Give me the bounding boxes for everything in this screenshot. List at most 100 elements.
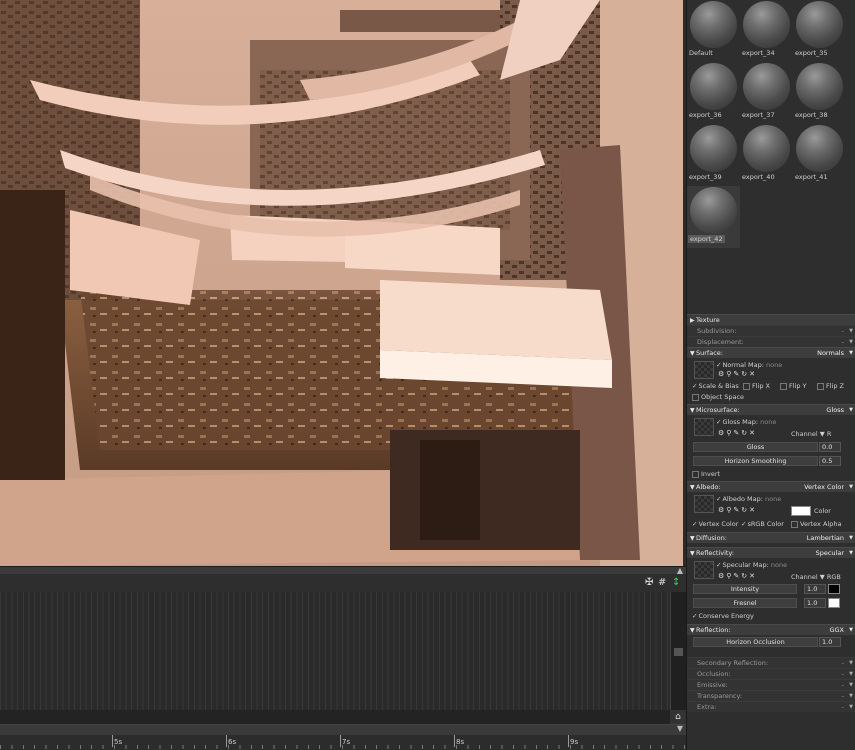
fresnel-color-swatch[interactable] [828, 598, 840, 608]
albedo-map-thumbnail[interactable] [694, 495, 714, 513]
material-swatch[interactable]: export_36 [687, 62, 740, 124]
intensity-slider[interactable]: Intensity [693, 584, 797, 594]
time-label: 9s [567, 735, 579, 747]
material-sphere-preview [690, 187, 737, 234]
channel-select[interactable]: Channel ▼ R [791, 430, 831, 438]
normal-map-label: Normal Map: none [716, 361, 782, 369]
map-tools[interactable]: ⚙⚲✎↻✕ [718, 429, 757, 437]
material-sphere-preview [743, 63, 790, 110]
time-label: 7s [339, 735, 351, 747]
home-icon[interactable]: ⌂ [670, 710, 686, 724]
keyframe-track[interactable] [0, 592, 670, 710]
map-tools[interactable]: ⚙⚲✎↻✕ [718, 370, 757, 378]
extra-row[interactable]: Extra: - ▼ [687, 701, 855, 712]
object-space-checkbox[interactable]: Object Space [692, 393, 744, 401]
reload-icon: ↻ [741, 429, 750, 437]
material-swatch[interactable]: export_34 [740, 0, 793, 62]
close-icon: ✕ [749, 506, 758, 514]
material-sphere-preview [690, 125, 737, 172]
flip-z-checkbox[interactable]: Flip Z [817, 382, 844, 390]
reload-icon: ↻ [741, 572, 750, 580]
channel-select[interactable]: Channel ▼ RGB [791, 573, 841, 581]
vertex-alpha-checkbox[interactable]: Vertex Alpha [791, 520, 841, 528]
surface-body: Normal Map: none ⚙⚲✎↻✕ Scale & Bias Flip… [687, 358, 855, 404]
section-surface[interactable]: ▼Surface: Normals ▼ [687, 347, 855, 358]
flip-y-checkbox[interactable]: Flip Y [780, 382, 807, 390]
dropdown-arrow-icon: ▼ [849, 704, 853, 710]
ruler-splitter[interactable]: ▼ [0, 724, 686, 735]
material-sphere-preview [743, 1, 790, 48]
gloss-slider[interactable]: Gloss [693, 442, 818, 452]
normal-map-thumbnail[interactable] [694, 361, 714, 379]
section-microsurface[interactable]: ▼Microsurface: Gloss ▼ [687, 404, 855, 415]
section-reflectivity[interactable]: ▼Reflectivity: Specular ▼ [687, 547, 855, 558]
microsurface-body: Gloss Map: none ⚙⚲✎↻✕ Channel ▼ R Gloss … [687, 415, 855, 481]
section-albedo[interactable]: ▼Albedo: Vertex Color ▼ [687, 481, 855, 492]
grid-snap-icon[interactable]: # [658, 577, 666, 588]
3d-viewport[interactable] [0, 0, 683, 566]
time-label: 8s [453, 735, 465, 747]
time-ruler[interactable]: ▼ 5s 6s 7s 8s 9s [0, 724, 686, 750]
material-swatch[interactable]: export_40 [740, 124, 793, 186]
horizon-occlusion-field[interactable]: 1.0 [819, 637, 841, 647]
timeline-vertical-scrollbar[interactable] [670, 592, 686, 710]
timeline-horizontal-scrollbar[interactable] [0, 710, 670, 724]
collapse-arrow-icon[interactable]: ▼ [677, 724, 683, 733]
secondary-reflection-row[interactable]: Secondary Reflection: - ▼ [687, 657, 855, 668]
invert-checkbox[interactable]: Invert [692, 470, 720, 478]
srgb-color-checkbox[interactable]: sRGB Color [741, 520, 783, 528]
map-tools[interactable]: ⚙⚲✎↻✕ [718, 572, 757, 580]
section-reflection[interactable]: ▼Reflection: GGX ▼ [687, 624, 855, 635]
horizon-smoothing-slider[interactable]: Horizon Smoothing [693, 456, 818, 466]
specular-map-thumbnail[interactable] [694, 561, 714, 579]
material-editor-panel: Default export_34 export_35 export_36 ex… [686, 0, 855, 750]
section-texture[interactable]: ▶Texture [687, 314, 855, 325]
conserve-energy-checkbox[interactable]: Conserve Energy [692, 612, 753, 620]
material-swatch[interactable]: export_37 [740, 62, 793, 124]
timeline-panel: ✠ # ↕ ⌂ ▼ 5s 6s 7s 8s 9s [0, 574, 686, 750]
time-label: 5s [111, 735, 123, 747]
fresnel-value-field[interactable]: 1.0 [804, 598, 826, 608]
albedo-color-swatch[interactable] [791, 506, 811, 516]
timeline-splitter[interactable]: ▲ [0, 566, 686, 575]
material-sphere-preview [690, 1, 737, 48]
material-swatch[interactable]: export_39 [687, 124, 740, 186]
emissive-row[interactable]: Emissive: - ▼ [687, 679, 855, 690]
close-icon: ✕ [749, 370, 758, 378]
section-diffusion[interactable]: ▼Diffusion: Lambertian ▼ [687, 532, 855, 543]
material-properties: ▶Texture Subdivision: - ▼ Displacement: - ▼ … [687, 314, 855, 712]
close-icon: ✕ [749, 572, 758, 580]
material-swatch[interactable]: export_35 [793, 0, 846, 62]
material-swatch[interactable]: Default [687, 0, 740, 62]
horizon-smoothing-field[interactable]: 0.5 [819, 456, 841, 466]
material-library: Default export_34 export_35 export_36 ex… [687, 0, 855, 250]
subdivision-row[interactable]: Subdivision: - ▼ [687, 325, 855, 336]
material-swatch[interactable]: export_38 [793, 62, 846, 124]
material-swatch[interactable]: export_41 [793, 124, 846, 186]
material-sphere-preview [690, 63, 737, 110]
scale-bias-checkbox[interactable]: Scale & Bias [692, 382, 738, 390]
flip-x-checkbox[interactable]: Flip X [743, 382, 770, 390]
gloss-map-thumbnail[interactable] [694, 418, 714, 436]
color-label: Color [814, 507, 831, 515]
reload-icon: ↻ [741, 370, 750, 378]
material-swatch-selected[interactable]: export_42 [687, 186, 740, 248]
horizon-occlusion-slider[interactable]: Horizon Occlusion [693, 637, 818, 647]
fresnel-slider[interactable]: Fresnel [693, 598, 797, 608]
gloss-value-field[interactable]: 0.0 [819, 442, 841, 452]
reflection-body: Horizon Occlusion 1.0 [687, 635, 855, 651]
vertex-color-checkbox[interactable]: Vertex Color [692, 520, 738, 528]
displacement-row[interactable]: Displacement: - ▼ [687, 336, 855, 347]
material-sphere-preview [796, 63, 843, 110]
albedo-map-label: Albedo Map: none [716, 495, 781, 503]
intensity-color-swatch[interactable] [828, 584, 840, 594]
move-keys-icon[interactable]: ✠ [645, 577, 653, 588]
specular-map-label: Specular Map: none [716, 561, 787, 569]
occlusion-row[interactable]: Occlusion: - ▼ [687, 668, 855, 679]
transparency-row[interactable]: Transparency: - ▼ [687, 690, 855, 701]
vertical-zoom-icon[interactable]: ↕ [672, 577, 680, 588]
intensity-value-field[interactable]: 1.0 [804, 584, 826, 594]
scrollbar-thumb[interactable] [674, 648, 683, 656]
scene-render [0, 0, 683, 566]
map-tools[interactable]: ⚙⚲✎↻✕ [718, 506, 757, 514]
